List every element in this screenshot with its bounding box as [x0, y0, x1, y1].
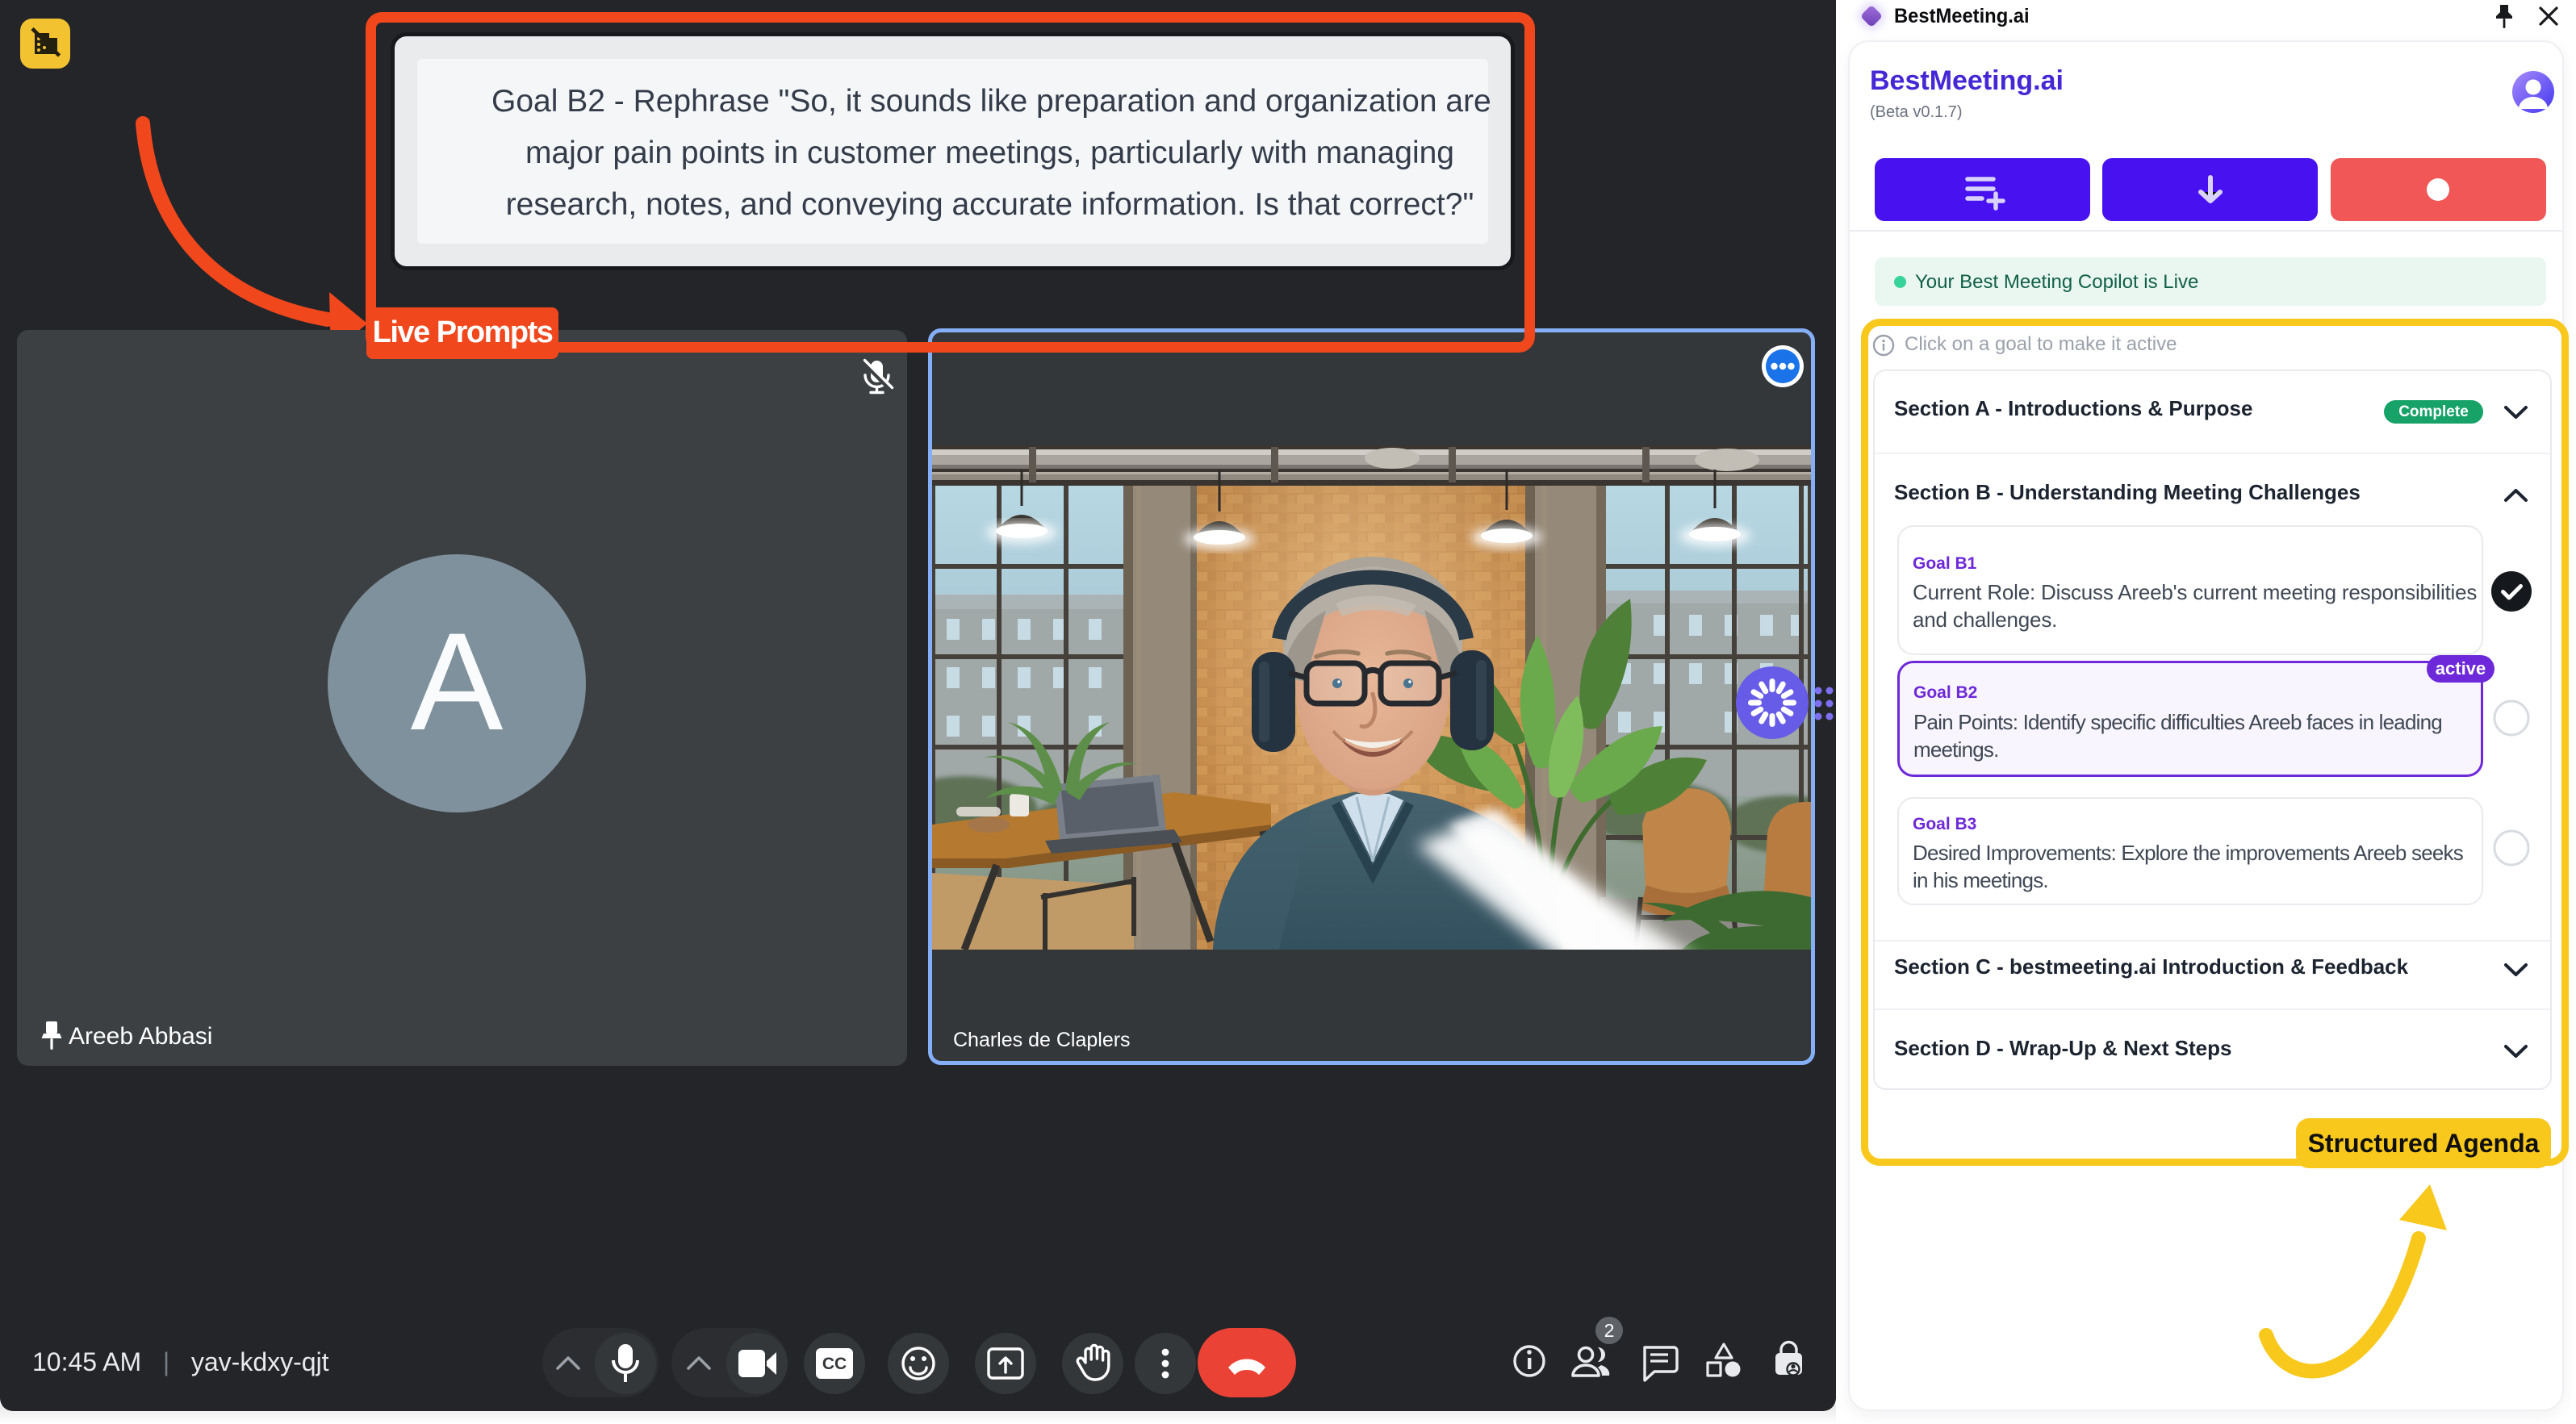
svg-text:2: 2 — [1604, 1320, 1615, 1341]
svg-text:CC: CC — [822, 1355, 847, 1373]
